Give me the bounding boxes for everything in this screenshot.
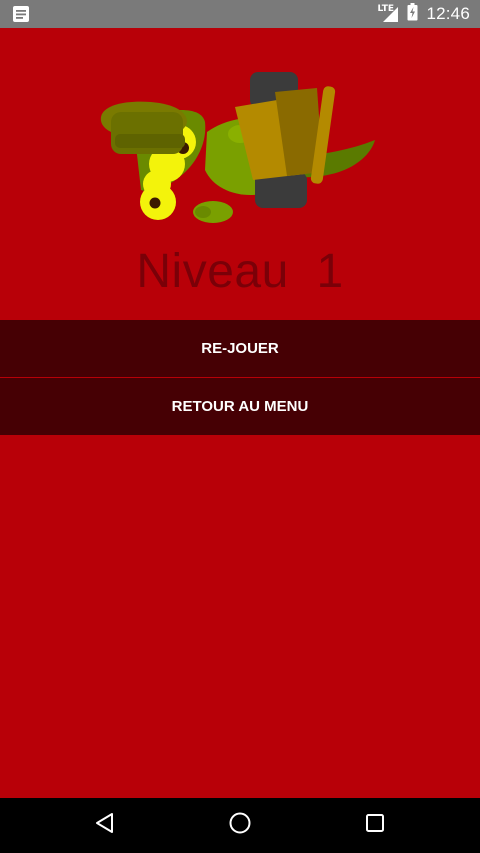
status-bar: LTE 12:46: [0, 0, 480, 28]
crocodile-mascot-illustration: [95, 62, 385, 242]
recents-square-icon: [364, 812, 386, 839]
nav-back-button[interactable]: [65, 798, 145, 853]
nav-recents-button[interactable]: [335, 798, 415, 853]
battery-charging-icon: [407, 2, 418, 26]
notification-doc-icon: [12, 5, 30, 23]
navigation-bar: [0, 798, 480, 853]
signal-icon: LTE: [377, 4, 399, 23]
back-to-menu-button[interactable]: RETOUR AU MENU: [0, 378, 480, 435]
back-triangle-icon: [94, 812, 116, 839]
status-right: LTE 12:46: [377, 0, 470, 28]
home-circle-icon: [228, 811, 252, 840]
app-screen: LTE 12:46 Niveau 1 RE-JOUER RETOUR AU ME…: [0, 0, 480, 853]
nav-home-button[interactable]: [200, 798, 280, 853]
replay-button[interactable]: RE-JOUER: [0, 320, 480, 377]
level-title: Niveau 1: [136, 245, 344, 298]
status-time: 12:46: [426, 4, 470, 23]
